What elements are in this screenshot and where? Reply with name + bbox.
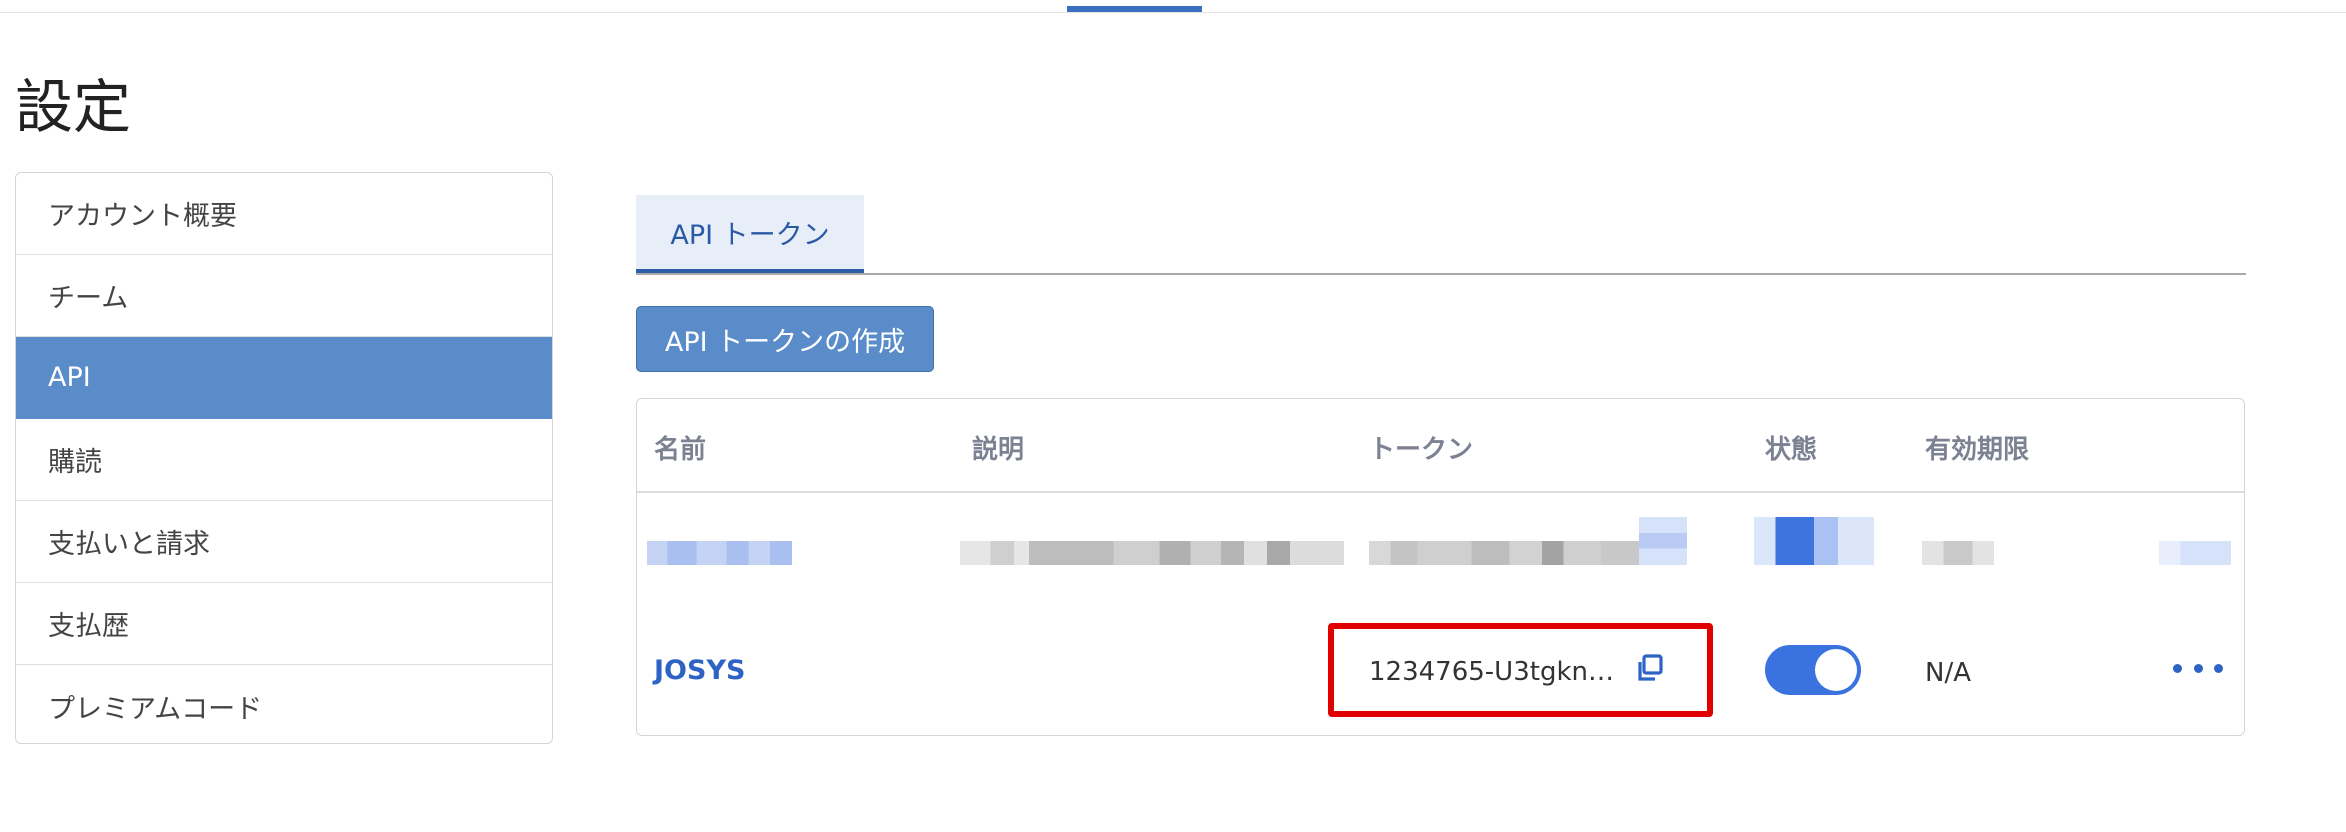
- top-nav-bar: [0, 0, 2346, 13]
- column-header-token: トークン: [1369, 435, 1474, 465]
- column-header-name: 名前: [654, 435, 707, 465]
- dot: [2214, 663, 2223, 673]
- sidebar-item-team[interactable]: チーム: [16, 255, 552, 337]
- redacted-row: [637, 517, 2244, 589]
- column-header-description: 説明: [972, 435, 1025, 465]
- dot: [2173, 663, 2182, 673]
- sidebar-item-premium-code[interactable]: プレミアムコード: [16, 665, 552, 743]
- copy-icon[interactable]: [1635, 653, 1665, 683]
- column-header-status: 状態: [1765, 435, 1818, 465]
- sidebar-item-payment-history[interactable]: 支払歴: [16, 583, 552, 665]
- dot: [2193, 663, 2203, 673]
- page-title: 設定: [15, 73, 132, 141]
- top-nav-active-indicator: [1067, 6, 1202, 12]
- status-toggle[interactable]: [1765, 645, 1861, 695]
- settings-sidebar: アカウント概要 チーム API 購読 支払いと請求 支払歴 プレミアムコード: [15, 172, 553, 744]
- more-horizontal-icon[interactable]: [2173, 656, 2223, 680]
- tab-api-tokens[interactable]: API トークン: [636, 195, 864, 273]
- sidebar-item-subscription[interactable]: 購読: [16, 419, 552, 501]
- sidebar-item-api[interactable]: API: [16, 337, 552, 419]
- create-api-token-button[interactable]: API トークンの作成: [636, 306, 934, 372]
- status-toggle-knob: [1815, 649, 1857, 691]
- expiry-value: N/A: [1925, 658, 1971, 688]
- sidebar-item-account-overview[interactable]: アカウント概要: [16, 173, 552, 255]
- token-name-link[interactable]: JOSYS: [654, 655, 745, 686]
- api-token-table: 名前 説明 トークン 状態 有効期限 JOSYS 1234765-U3tgkn……: [636, 398, 2245, 736]
- token-value: 1234765-U3tgkn…: [1369, 657, 1614, 687]
- column-header-expiry: 有効期限: [1925, 435, 2030, 465]
- header-divider: [637, 491, 2244, 493]
- tab-bar: API トークン: [636, 195, 2246, 275]
- sidebar-item-payment-billing[interactable]: 支払いと請求: [16, 501, 552, 583]
